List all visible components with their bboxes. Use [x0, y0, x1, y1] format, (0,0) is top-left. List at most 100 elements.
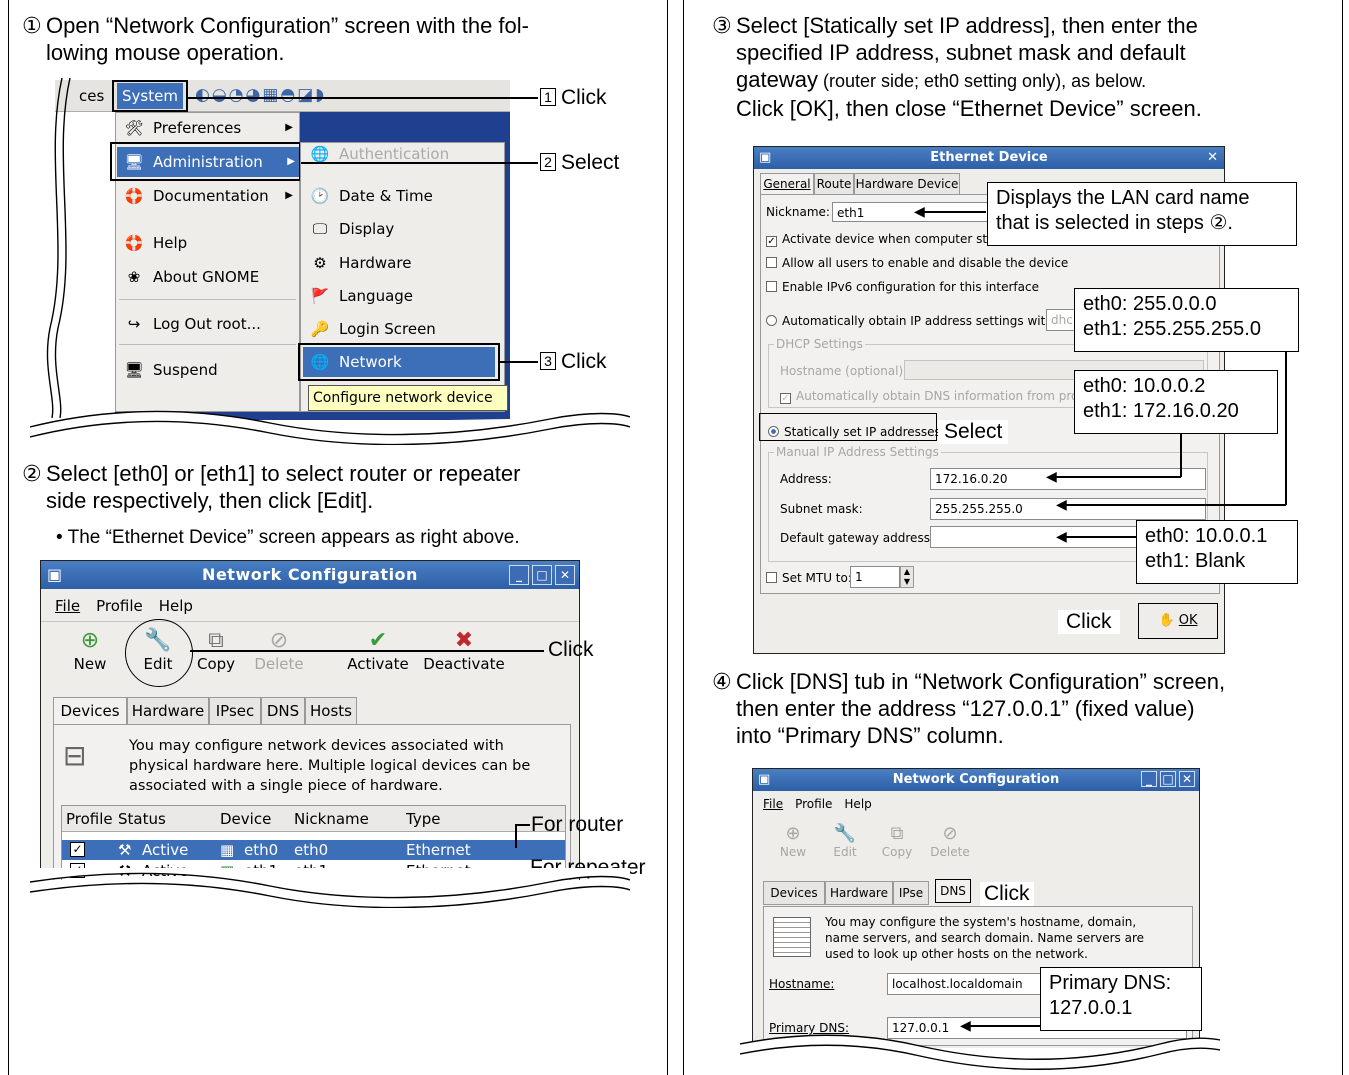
maximize-button[interactable]: □	[1160, 771, 1176, 787]
menu-profile[interactable]: Profile	[96, 597, 143, 615]
chk-mtu[interactable]: Set MTU to:	[766, 571, 852, 585]
callout-gateway-h	[1062, 536, 1136, 538]
menu-suspend[interactable]: 🖥 Suspend	[121, 355, 297, 385]
copy-icon: ⧉	[890, 823, 904, 844]
hostname-label: Hostname:	[769, 977, 835, 991]
submenu-date-time[interactable]: 🕑 Date & Time	[307, 181, 497, 211]
menu-file[interactable]: File	[763, 797, 783, 811]
col-type[interactable]: Type	[406, 806, 440, 832]
menu-help[interactable]: Help	[844, 797, 871, 811]
delete-icon: ⊘	[942, 823, 958, 844]
toolbar-copy[interactable]: ⧉ Copy	[877, 823, 917, 859]
minimize-button[interactable]: _	[509, 565, 529, 585]
chk-allow-users[interactable]: Allow all users to enable and disable th…	[766, 256, 1068, 270]
col-device[interactable]: Device	[220, 806, 271, 832]
arrow-head-nickname: ◀	[914, 203, 925, 219]
window-menu-icon[interactable]: ▣	[759, 147, 771, 169]
gnome-menu-screenshot: ces System ◐◒◔◕▦◓◪◗ 🛠 Preferences ▶ 🖥 Admin…	[55, 80, 510, 425]
callout-select-static: Select	[938, 420, 1009, 444]
tab-hardware[interactable]: Hardware	[825, 881, 893, 905]
close-button[interactable]: ✕	[1207, 147, 1218, 169]
hardware-icon: ⚙	[313, 254, 327, 272]
display-icon: 🖵	[312, 220, 328, 238]
callout-subnet: eth0: 255.0.0.0 eth1: 255.255.255.0	[1074, 288, 1299, 352]
submenu-language[interactable]: 🚩 Language	[307, 281, 497, 311]
new-icon: ⊕	[80, 628, 100, 653]
minimize-button[interactable]: _	[1141, 771, 1157, 787]
callout-primary-dns: Primary DNS: 127.0.0.1	[1040, 967, 1202, 1031]
col-nickname[interactable]: Nickname	[294, 806, 369, 832]
tab-hardware-device[interactable]: Hardware Device	[854, 173, 960, 195]
row-checkbox[interactable]: ✓	[70, 842, 85, 857]
administration-highlight-box	[110, 142, 301, 181]
tab-dns[interactable]: DNS	[261, 697, 305, 725]
tab-devices[interactable]: Devices	[53, 697, 127, 725]
menu-separator-2	[119, 344, 296, 345]
log-out-icon: ↪	[127, 315, 141, 333]
radio-auto[interactable]: Automatically obtain IP address settings…	[766, 314, 1057, 328]
callout-subnet-v	[1285, 352, 1287, 505]
gnome-foot-icon: ❀	[127, 268, 141, 286]
toolbar-new[interactable]: ⊕ New	[65, 627, 115, 673]
window-menu-icon[interactable]: ▣	[758, 769, 770, 791]
panel-applications-label: ces	[79, 87, 105, 105]
menu-help[interactable]: 🛟 Help	[121, 228, 297, 258]
ok-button[interactable]: ✋ OK	[1138, 603, 1218, 639]
table-row-eth0[interactable]: ✓ ⚒ Active ▦ eth0 eth0 Ethernet	[62, 840, 565, 860]
submenu-display[interactable]: 🖵 Display	[307, 214, 497, 244]
wavy-cut-4	[740, 1034, 1220, 1070]
menu-documentation[interactable]: 🛟 Documentation ▶	[121, 181, 297, 211]
netconf-title: Network Configuration	[202, 565, 418, 584]
maximize-button[interactable]: □	[532, 565, 552, 585]
tab-general[interactable]: General	[760, 173, 814, 195]
arrow-head-gateway: ◀	[1056, 528, 1067, 544]
menu-log-out[interactable]: ↪ Log Out root...	[121, 309, 297, 339]
tab-hosts[interactable]: Hosts	[305, 697, 357, 725]
menu-help[interactable]: Help	[159, 597, 193, 615]
tab-dns[interactable]: DNS	[935, 879, 971, 903]
callout-line-router-v	[515, 824, 517, 848]
tab-ipsec[interactable]: IPsec	[209, 697, 261, 725]
tab-devices[interactable]: Devices	[763, 881, 825, 905]
system-highlight-box	[112, 80, 188, 112]
col-profile[interactable]: Profile	[66, 806, 113, 832]
language-icon: 🚩	[310, 287, 330, 305]
chk-auto-dns[interactable]: ✓ Automatically obtain DNS information fr…	[780, 389, 1085, 404]
date-time-icon: 🕑	[310, 187, 330, 205]
toolbar-new[interactable]: ⊕ New	[773, 823, 813, 859]
callout-line-router-h	[515, 824, 530, 826]
tab-hardware[interactable]: Hardware	[127, 697, 209, 725]
close-button[interactable]: ✕	[1179, 771, 1195, 787]
step-3-number: ③	[712, 13, 732, 38]
mtu-spinner-icon[interactable]: ▲ ▼	[900, 566, 914, 588]
close-button[interactable]: ✕	[555, 565, 575, 585]
tab-ipsec[interactable]: IPse	[893, 881, 929, 905]
callout-gateway: eth0: 10.0.0.1 eth1: Blank	[1136, 520, 1298, 584]
dns-table-icon	[773, 917, 811, 957]
wavy-left-edge-1	[46, 78, 71, 418]
chk-activate[interactable]: ✓ Activate device when computer star	[766, 232, 999, 247]
toolbar-separator	[41, 621, 579, 622]
address-field[interactable]: 172.16.0.20	[930, 468, 1206, 490]
callout-for-router: For router	[531, 813, 624, 836]
menu-preferences[interactable]: 🛠 Preferences ▶	[121, 113, 297, 143]
chk-ipv6[interactable]: Enable IPv6 configuration for this inter…	[766, 280, 1039, 294]
devices-info: You may configure network devices associ…	[129, 738, 531, 794]
arrow-nickname	[920, 211, 986, 213]
menu-about-gnome[interactable]: ❀ About GNOME	[121, 262, 297, 292]
menu-profile[interactable]: Profile	[795, 797, 832, 811]
callout-click-ok: Click	[1058, 610, 1120, 634]
subnet-field[interactable]: 255.255.255.0	[930, 498, 1206, 520]
toolbar-edit[interactable]: 🔧 Edit	[825, 823, 865, 859]
callout-lan-card: Displays the LAN card name that is selec…	[987, 182, 1297, 246]
mtu-field[interactable]: 1	[850, 566, 900, 588]
col-status[interactable]: Status	[118, 806, 166, 832]
menu-separator	[119, 299, 296, 300]
submenu-hardware[interactable]: ⚙ Hardware	[307, 248, 497, 278]
submenu-login-screen[interactable]: 🔑 Login Screen	[307, 314, 497, 344]
wavy-cut-1	[30, 410, 630, 445]
tab-route[interactable]: Route	[814, 173, 854, 195]
toolbar-delete[interactable]: ⊘ Delete	[927, 823, 973, 859]
menu-file[interactable]: File	[55, 597, 80, 615]
window-menu-icon[interactable]: ▣	[47, 561, 62, 589]
